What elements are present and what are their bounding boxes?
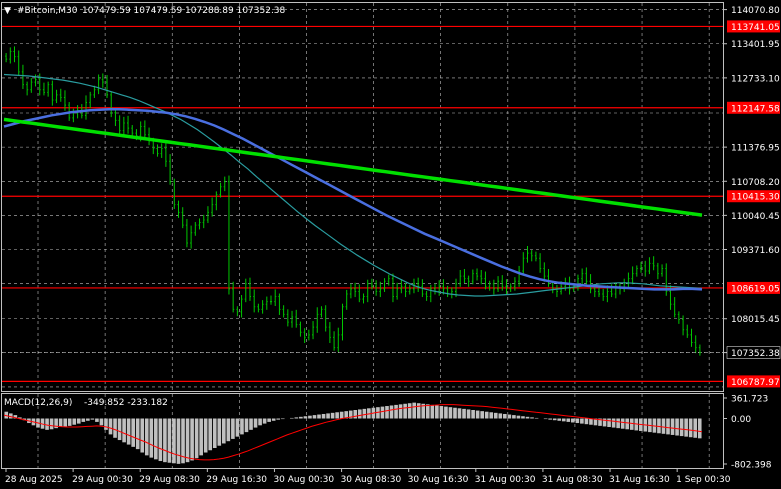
level-price-label: 106787.97 — [731, 378, 780, 388]
ohlc-values: 107479.59 107479.59 107288.89 107352.38 — [82, 6, 286, 16]
price-tick-label: 112733.10 — [731, 74, 780, 84]
price-tick-label: 109371.60 — [731, 246, 780, 256]
collapse-triangle-icon[interactable]: ▼ — [4, 6, 11, 16]
price-tick-label: 110040.45 — [731, 212, 780, 222]
time-tick-label: 31 Aug 16:30 — [609, 475, 670, 485]
time-tick-label: 31 Aug 00:30 — [475, 475, 536, 485]
macd-tick-label: -802.398 — [731, 461, 772, 471]
main-plot-frame — [1, 2, 724, 392]
time-tick-label: 29 Aug 08:30 — [139, 475, 200, 485]
time-tick-label: 30 Aug 16:30 — [408, 475, 469, 485]
symbol-title: #Bitcoin,M30 — [17, 6, 78, 16]
macd-label: MACD(12,26,9) — [4, 398, 72, 408]
level-price-label: 110415.30 — [731, 193, 780, 203]
time-tick-label: 31 Aug 08:30 — [542, 475, 603, 485]
chart-window[interactable]: 113741.05 112147.58 110415.30 108619.05 1067… — [0, 0, 781, 489]
time-axis: 28 Aug 2025 29 Aug 00:30 29 Aug 08:30 29 Au… — [5, 468, 731, 485]
macd-values: -349.852 -233.182 — [84, 398, 168, 408]
time-tick-label: 30 Aug 08:30 — [341, 475, 402, 485]
price-tick-label: 110708.20 — [731, 178, 780, 188]
level-price-label: 108619.05 — [731, 284, 780, 294]
price-chart[interactable]: 113741.05 112147.58 110415.30 108619.05 1067… — [0, 0, 781, 489]
price-tick-label: 114070.80 — [731, 6, 780, 16]
price-tick-label: 108015.45 — [731, 315, 780, 325]
macd-tick-label: 0.00 — [731, 415, 751, 425]
level-price-label: 113741.05 — [731, 23, 780, 33]
macd-tick-label: 361.723 — [731, 395, 768, 405]
price-tick-label: 107352.38 — [731, 349, 780, 359]
price-tick-label: 111376.95 — [731, 144, 780, 154]
time-tick-label: 30 Aug 00:30 — [273, 475, 334, 485]
time-tick-label: 28 Aug 2025 — [5, 475, 63, 485]
time-tick-label: 29 Aug 00:30 — [72, 475, 133, 485]
price-tick-label: 113401.95 — [731, 40, 780, 50]
time-tick-label: 29 Aug 16:30 — [206, 475, 267, 485]
time-tick-label: 1 Sep 00:30 — [676, 475, 731, 485]
level-price-label: 112147.58 — [731, 104, 780, 114]
